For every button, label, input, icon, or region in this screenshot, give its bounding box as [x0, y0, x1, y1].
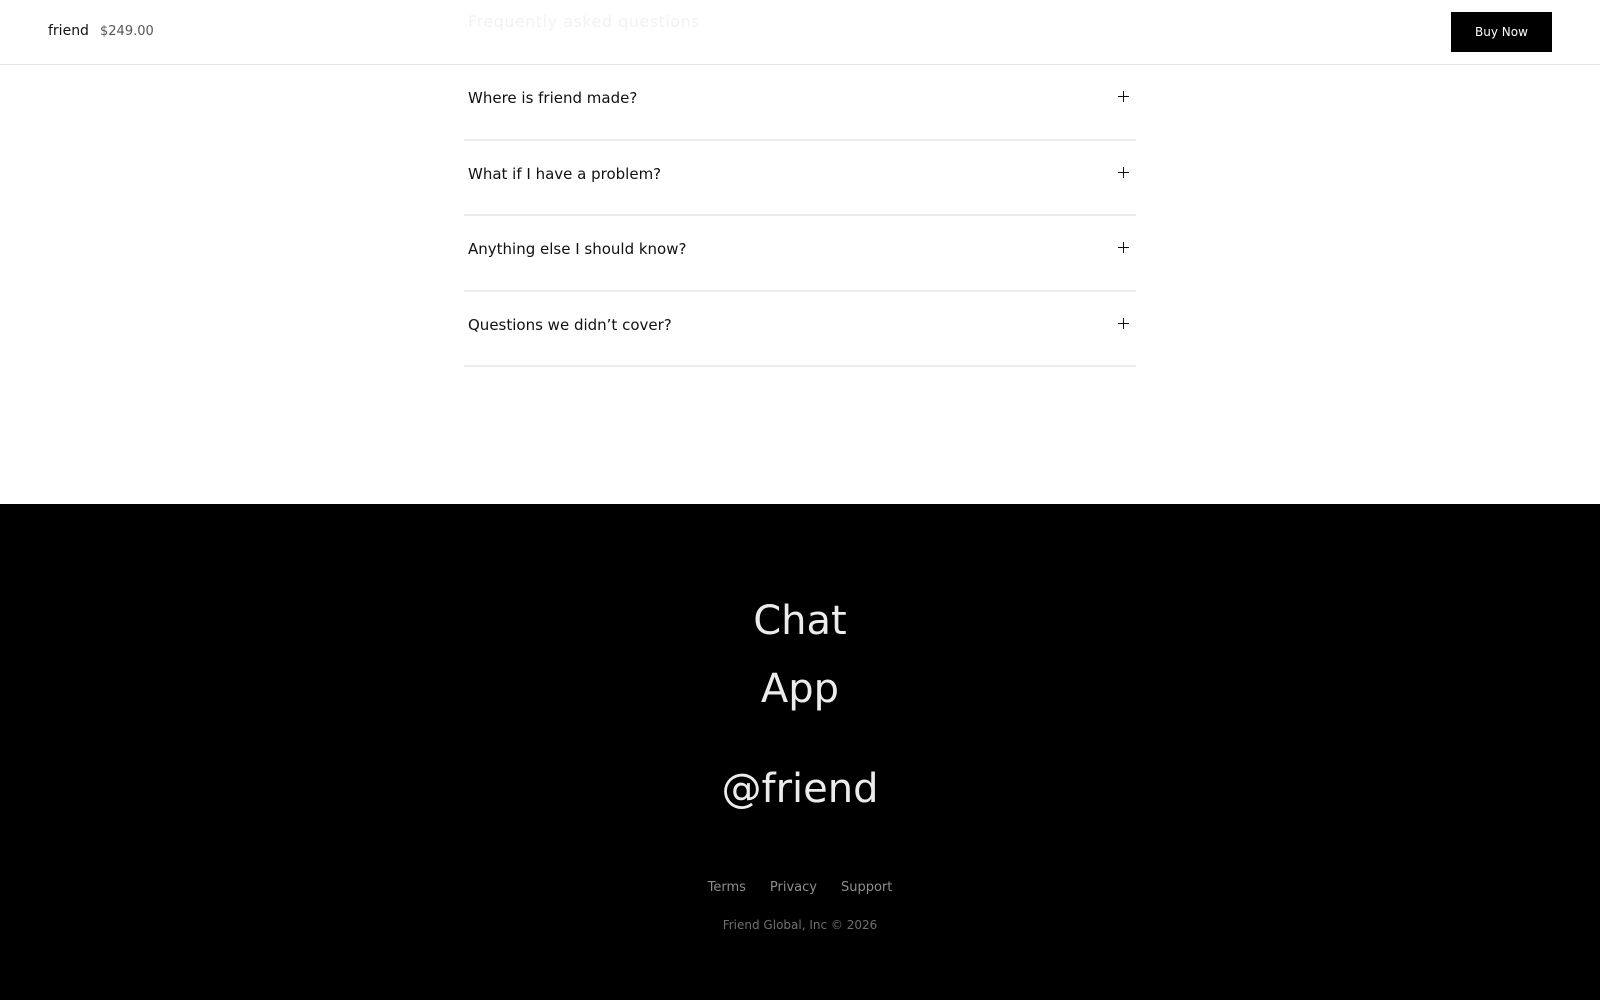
faq-item[interactable]: What if I have a problem? [464, 141, 1136, 216]
footer-social-handle-link[interactable]: @friend [0, 766, 1600, 812]
faq-question: Anything else I should know? [468, 240, 687, 258]
faq-item[interactable]: Anything else I should know? [464, 216, 1136, 292]
faq-heading: Frequently asked questions [468, 12, 701, 31]
buy-now-button[interactable]: Buy Now [1451, 12, 1552, 52]
footer-support-link[interactable]: Support [841, 880, 892, 895]
top-bar: friend $249.00 Buy Now [0, 0, 1600, 65]
footer-privacy-link[interactable]: Privacy [770, 880, 817, 895]
faq-list: Where is friend made? What if I have a p… [464, 65, 1136, 367]
plus-icon[interactable] [1116, 240, 1132, 256]
footer-terms-link[interactable]: Terms [708, 880, 746, 895]
plus-icon[interactable] [1116, 316, 1132, 332]
plus-icon[interactable] [1116, 165, 1132, 181]
faq-question: Where is friend made? [468, 89, 638, 107]
product-price: $249.00 [100, 24, 154, 39]
faq-question: Questions we didn’t cover? [468, 315, 672, 334]
copyright: Friend Global, Inc © 2026 [722, 918, 878, 932]
footer-nav: Terms Privacy Support [0, 880, 1600, 895]
footer-app-link[interactable]: App [0, 666, 1600, 712]
plus-icon[interactable] [1116, 89, 1132, 105]
faq-question: What if I have a problem? [468, 164, 662, 183]
footer: Chat App @friend Terms Privacy Support F… [0, 504, 1600, 1000]
brand-name[interactable]: friend [48, 23, 89, 39]
faq-item[interactable]: Questions we didn’t cover? [464, 292, 1136, 367]
footer-chat-link[interactable]: Chat [0, 598, 1600, 644]
faq-item[interactable]: Where is friend made? [464, 65, 1136, 141]
